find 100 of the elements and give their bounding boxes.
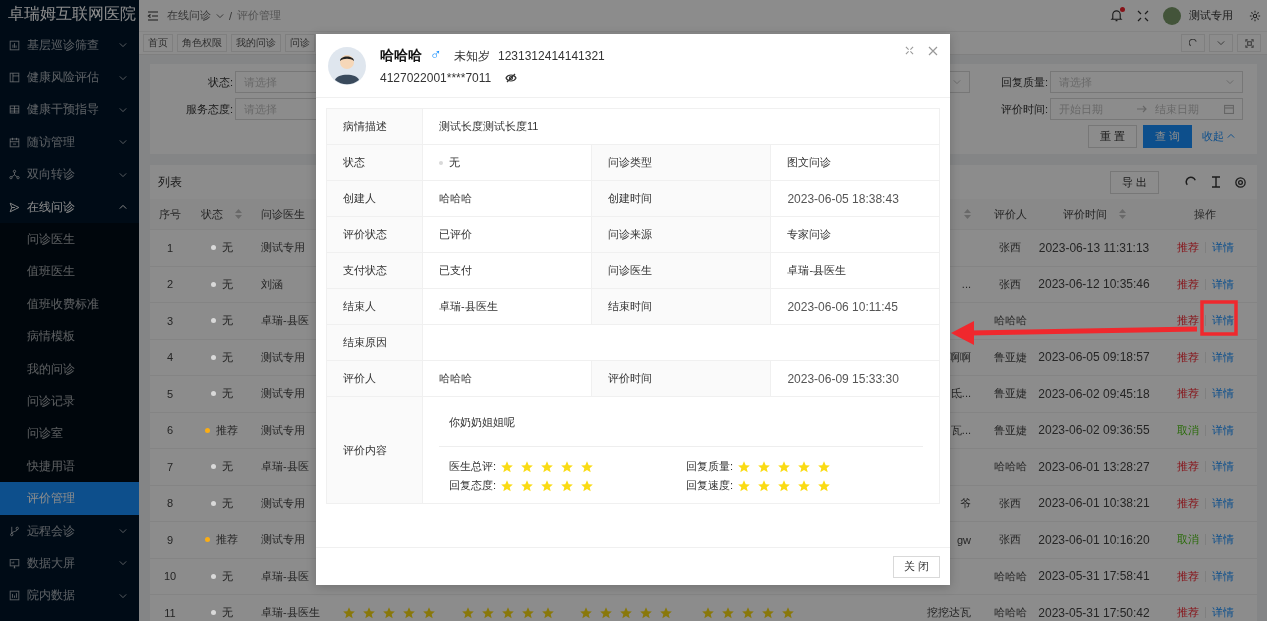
avatar-icon (328, 46, 366, 85)
recommend-link[interactable]: 推荐 (1176, 459, 1199, 475)
patient-number: 1231312414141321 (498, 49, 605, 63)
recommend-link[interactable]: 推荐 (1176, 495, 1199, 511)
close-icon[interactable] (928, 46, 938, 56)
field-value: 卓瑞-县医生 (787, 263, 847, 278)
arrow-right-icon (1137, 105, 1147, 113)
gender-symbol: ♂ (430, 46, 442, 64)
table-cell: 2 (166, 278, 174, 291)
detail-link[interactable]: 详情 (1211, 495, 1234, 511)
field-label: 问诊来源 (591, 216, 771, 253)
collapse-link[interactable]: 收起 (1202, 128, 1235, 144)
menu-item[interactable]: 健康风险评估 (0, 61, 139, 94)
list-title: 列表 (158, 173, 183, 191)
detail-link[interactable]: 详情 (1211, 422, 1234, 438)
cancel-link[interactable]: 取消 (1176, 422, 1199, 438)
menu-item[interactable]: 基层巡诊筛查 (0, 29, 139, 62)
chevron-down-icon (953, 78, 961, 86)
page-tab[interactable]: 角色权限 (177, 34, 227, 52)
table-cell: 鲁亚婕 (993, 349, 1027, 365)
close-button[interactable]: 关 闭 (892, 555, 940, 578)
filter-label: 状态: (206, 74, 234, 90)
status-text: 无 (221, 313, 233, 329)
rating-label: 回复质量: (686, 459, 734, 474)
detail-link[interactable]: 详情 (1211, 313, 1234, 329)
detail-link[interactable]: 详情 (1211, 459, 1234, 475)
submenu-item[interactable]: 评价管理 (0, 482, 139, 515)
submenu-item[interactable]: 值班收费标准 (0, 288, 139, 321)
submenu-item[interactable]: 问诊室 (0, 417, 139, 451)
submenu-item[interactable]: 病情模板 (0, 320, 139, 353)
submenu-item[interactable]: 快捷用语 (0, 450, 139, 483)
detail-link[interactable]: 详情 (1211, 532, 1234, 548)
expand-button[interactable] (1237, 34, 1261, 52)
breadcrumb-link[interactable]: 在线问诊 (167, 8, 211, 23)
menu-item[interactable]: 双向转诊 (0, 158, 139, 191)
star-icon (381, 605, 396, 620)
page-tab[interactable]: 我的问诊 (231, 34, 281, 52)
recommend-link[interactable]: 推荐 (1176, 605, 1199, 621)
table-cell: 4 (166, 351, 174, 364)
recommend-link[interactable]: 推荐 (1176, 349, 1199, 365)
fullscreen-icon[interactable] (1137, 9, 1149, 22)
menu-fold-icon[interactable] (147, 9, 159, 22)
page-tab[interactable]: 问诊 (285, 34, 315, 52)
detail-link[interactable]: 详情 (1211, 605, 1234, 621)
recommend-link[interactable]: 推荐 (1176, 386, 1199, 402)
table-cell: 卓瑞-县医 (261, 568, 309, 584)
table-cell: gw (956, 533, 971, 546)
star-icon (541, 605, 555, 620)
refresh-button[interactable] (1181, 34, 1205, 52)
star-icon (737, 478, 752, 493)
recommend-link[interactable]: 推荐 (1176, 276, 1199, 292)
reset-button[interactable]: 重 置 (1087, 124, 1137, 148)
search-button[interactable]: 查 询 (1142, 124, 1192, 148)
detail-link[interactable]: 详情 (1211, 568, 1234, 584)
submenu-item[interactable]: 值班医生 (0, 255, 139, 289)
menu-item[interactable]: 数据大屏 (0, 547, 139, 580)
table-cell: 卓瑞-县医 (261, 459, 309, 475)
menu-item[interactable]: 健康干预指导 (0, 93, 139, 127)
collapse-icon[interactable] (905, 46, 914, 55)
calendar-icon (1224, 104, 1234, 114)
star-icon (540, 459, 555, 474)
submenu-item[interactable]: 问诊记录 (0, 385, 139, 418)
table-cell: 8 (166, 497, 174, 510)
rating-label: 回复速度: (686, 478, 734, 493)
recommend-link[interactable]: 推荐 (1176, 313, 1199, 329)
table-cell: 卓瑞-县医生 (261, 605, 320, 621)
bell-icon[interactable] (1110, 9, 1123, 22)
detail-link[interactable]: 详情 (1211, 386, 1234, 402)
export-button[interactable]: 导 出 (1109, 170, 1159, 194)
table-cell: 2023-06-01 13:28:27 (1038, 459, 1150, 474)
field-label: 评价内容 (326, 396, 423, 504)
table-cell: 张西 (999, 532, 1021, 548)
star-icon (757, 478, 772, 493)
column-height-icon[interactable] (1210, 176, 1222, 188)
menu-item[interactable]: 院内数据 (0, 579, 139, 613)
recommend-link[interactable]: 推荐 (1176, 568, 1199, 584)
detail-link[interactable]: 详情 (1211, 276, 1234, 292)
menu-item[interactable]: 远程会诊 (0, 514, 139, 548)
submenu-item[interactable]: 问诊医生 (0, 223, 139, 256)
table-cell: 测试专用 (261, 349, 305, 365)
recommend-link[interactable]: 推荐 (1176, 240, 1199, 256)
user-name[interactable]: 测试专用 (1189, 8, 1233, 23)
table-cell: 瓦... (950, 422, 971, 438)
menu-item[interactable]: 在线问诊 (0, 190, 139, 224)
field-value: 图文问诊 (787, 155, 832, 170)
user-avatar[interactable] (1163, 6, 1181, 25)
table-cell: 哈哈哈 (993, 605, 1027, 621)
detail-link[interactable]: 详情 (1211, 240, 1234, 256)
status-text: 推荐 (216, 532, 238, 548)
menu-item[interactable]: 随访管理 (0, 126, 139, 159)
cancel-link[interactable]: 取消 (1176, 532, 1199, 548)
eye-off-icon[interactable] (505, 72, 518, 84)
page-tab[interactable]: 首页 (143, 34, 173, 52)
table-cell: 5 (166, 387, 174, 400)
submenu-item[interactable]: 我的问诊 (0, 352, 139, 386)
table-cell: 7 (166, 460, 174, 473)
star-icon (461, 605, 475, 620)
detail-link[interactable]: 详情 (1211, 349, 1234, 365)
table-cell: 哈哈哈 (993, 568, 1027, 584)
star-icon (777, 478, 792, 493)
